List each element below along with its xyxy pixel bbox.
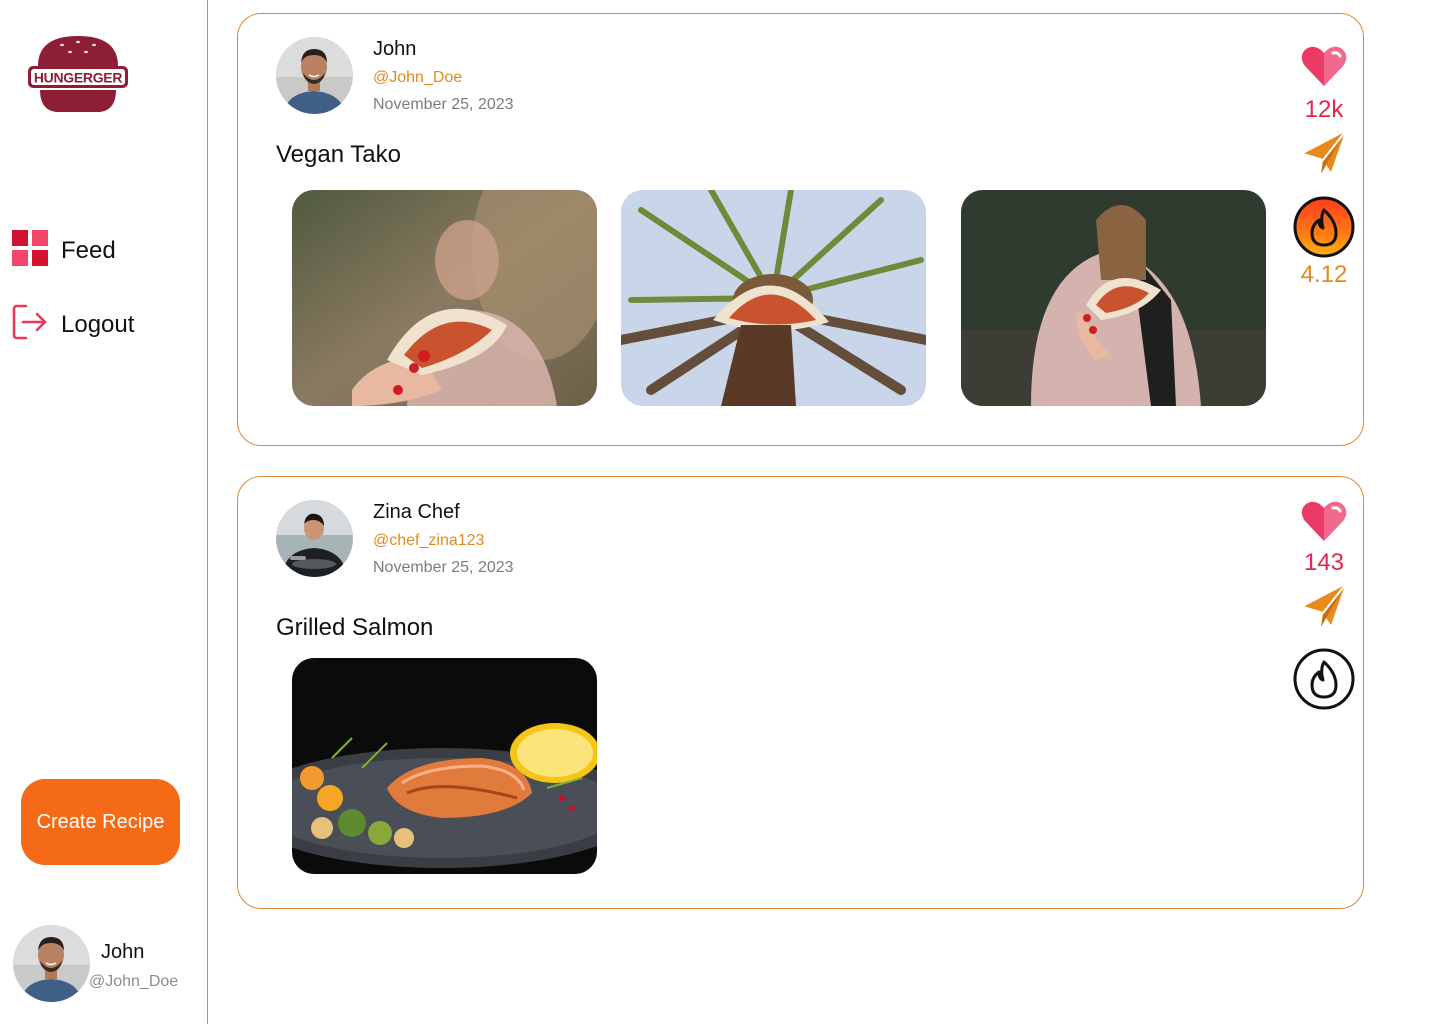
post-date: November 25, 2023 [373,96,514,113]
nav-feed[interactable]: Feed [12,230,116,271]
post-handle[interactable]: @chef_zina123 [373,532,484,550]
nav-logout[interactable]: Logout [12,303,134,346]
create-recipe-button[interactable]: Create Recipe [21,779,180,865]
post-date: November 25, 2023 [373,559,514,576]
brand-logo[interactable]: HUNGERGER [26,32,130,116]
avatar [13,925,90,1002]
recipe-photo[interactable] [292,658,597,874]
avatar[interactable] [276,37,353,114]
recipe-photo[interactable] [621,190,926,406]
heart-icon [1301,46,1347,86]
avatar[interactable] [276,500,353,577]
profile-name: John [101,941,145,963]
share-button[interactable] [1292,583,1356,627]
logout-icon [12,303,48,346]
nav-feed-label: Feed [61,236,116,264]
post-card: John @John_Doe November 25, 2023 Vegan T… [237,13,1364,446]
post-author[interactable]: John [373,38,416,61]
heart-icon [1301,501,1347,541]
nav-logout-label: Logout [61,310,135,338]
recipe-photo[interactable] [961,190,1266,406]
rate-button[interactable] [1292,647,1356,711]
flame-rating-icon [1293,196,1355,258]
post-handle[interactable]: @John_Doe [373,69,462,87]
current-user-profile[interactable]: John @John_Doe [13,925,203,1003]
flame-rating-icon [1293,648,1355,710]
rating-value: 4.12 [1300,261,1348,288]
like-button[interactable] [1292,499,1356,543]
rate-button[interactable] [1292,195,1356,259]
like-button[interactable] [1292,44,1356,88]
like-count: 12k [1304,96,1344,123]
svg-text:HUNGERGER: HUNGERGER [34,70,122,86]
paper-plane-icon [1302,131,1346,174]
recipe-photo[interactable] [292,190,597,406]
like-count: 143 [1303,549,1345,576]
post-author[interactable]: Zina Chef [373,501,460,524]
profile-handle: @John_Doe [89,973,179,990]
grid-icon [12,230,48,271]
paper-plane-icon [1302,584,1346,627]
post-card: Zina Chef @chef_zina123 November 25, 202… [237,476,1364,909]
post-title[interactable]: Grilled Salmon [276,614,433,642]
post-title[interactable]: Vegan Tako [276,141,401,169]
sidebar: HUNGERGER Feed Logout Create Recipe John… [0,0,208,1024]
share-button[interactable] [1292,130,1356,174]
